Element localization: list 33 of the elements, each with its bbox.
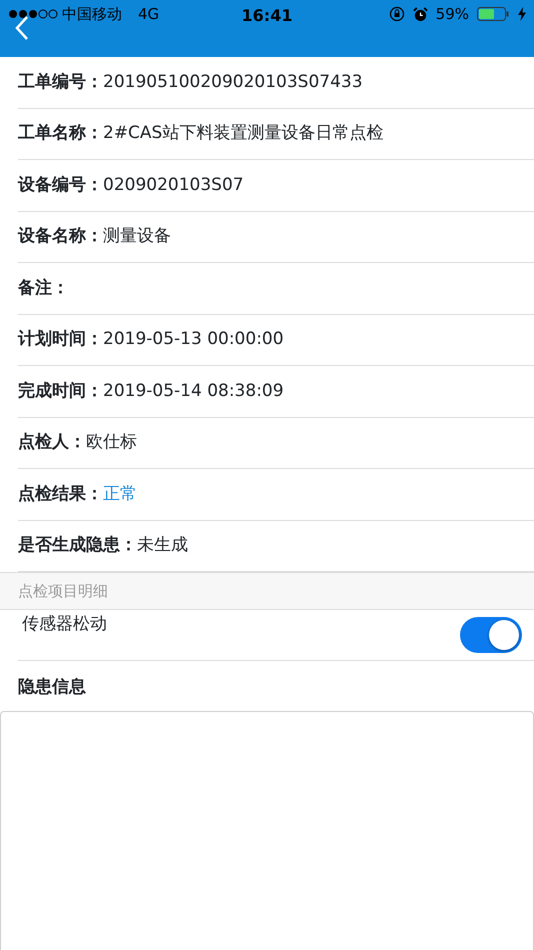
signal-icon (8, 9, 58, 19)
alarm-clock-icon (412, 6, 428, 22)
field-label: 工单名称： (18, 122, 103, 145)
field-label: 工单编号： (18, 70, 103, 94)
section-header: 点检项目明细 (0, 572, 534, 610)
charging-icon (518, 7, 526, 21)
carrier-name: 中国移动 (62, 4, 122, 25)
field-value: 2019-05-13 00:00:00 (103, 328, 284, 351)
battery-percent: 59% (436, 4, 469, 25)
field-label: 完成时间： (18, 380, 103, 402)
battery-icon (477, 7, 510, 21)
field-label: 设备名称： (18, 225, 103, 248)
status-value: 正常 (103, 482, 137, 506)
field-value: 2019-05-14 08:38:09 (103, 380, 284, 402)
field-value: 欧仕标 (86, 431, 137, 454)
field-value: 0209020103S07 (103, 174, 244, 196)
field-label: 是否生成隐患： (18, 534, 137, 557)
field-value: 未生成 (137, 534, 188, 557)
field-value: 2#CAS站下料装置测量设备日常点检 (103, 122, 384, 145)
back-icon[interactable] (15, 15, 29, 41)
field-label: 计划时间： (18, 328, 103, 351)
section-title: 隐患信息 (17, 676, 87, 699)
field-label: 设备编号： (18, 174, 103, 196)
field-label: 点检人： (18, 431, 86, 454)
field-label: 点检结果： (18, 482, 103, 506)
item-label: 传感器松动 (22, 613, 107, 636)
network-type: 4G (138, 4, 160, 25)
toggle-switch[interactable] (460, 617, 522, 653)
field-label: 备注： (18, 276, 69, 300)
rotation-lock-icon (388, 6, 405, 22)
field-value: 201905100209020103S07433 (103, 70, 363, 94)
field-value: 测量设备 (103, 225, 171, 248)
clock-time: 16:41 (242, 6, 292, 25)
